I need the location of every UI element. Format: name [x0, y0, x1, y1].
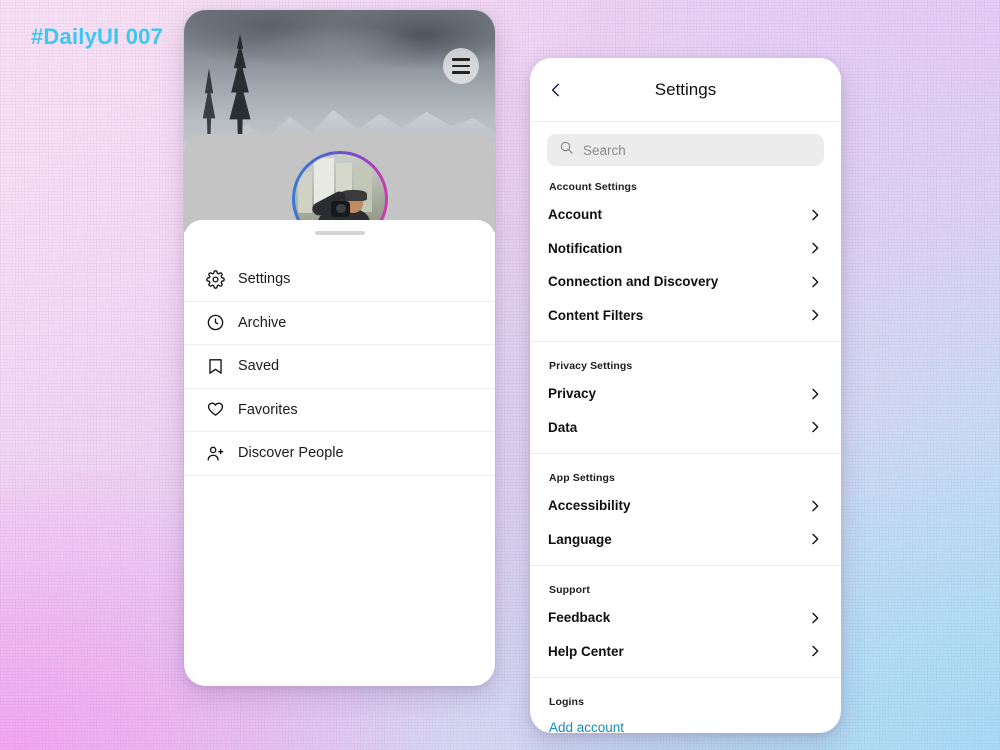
settings-row-account[interactable]: Account — [548, 198, 823, 232]
section-title: Account Settings — [549, 181, 637, 193]
chevron-right-icon — [807, 274, 823, 290]
settings-row-label: Content Filters — [548, 307, 644, 323]
settings-row-label: Privacy — [548, 386, 597, 402]
menu-item-label: Discover People — [238, 445, 344, 462]
settings-list: Account Settings Account Notification Co… — [530, 172, 841, 733]
hamburger-bar — [452, 64, 470, 68]
phone-mockup-profile-menu: Settings Archive Saved Favorites Discove… — [184, 10, 495, 686]
bottom-sheet: Settings Archive Saved Favorites Discove… — [184, 220, 495, 686]
hamburger-bar — [452, 58, 470, 61]
settings-row-label: Language — [548, 531, 612, 547]
section-privacy-settings: Privacy Settings Privacy Data — [530, 341, 841, 444]
chevron-right-icon — [807, 531, 823, 547]
settings-row-data[interactable]: Data — [548, 411, 823, 445]
settings-row-label: Data — [548, 419, 578, 435]
hamburger-menu-button[interactable] — [443, 48, 479, 84]
search-box[interactable] — [547, 134, 824, 166]
camera-icon — [330, 200, 351, 217]
menu-item-label: Favorites — [238, 401, 298, 418]
menu-item-label: Saved — [238, 358, 280, 375]
chevron-right-icon — [807, 610, 823, 626]
back-button[interactable] — [542, 76, 570, 104]
chevron-right-icon — [807, 419, 823, 435]
settings-row-feedback[interactable]: Feedback — [548, 601, 823, 635]
building-shape — [298, 172, 313, 214]
settings-row-label: Account — [548, 207, 602, 223]
drag-handle[interactable] — [314, 231, 365, 235]
settings-row-label: Help Center — [548, 643, 624, 659]
section-support: Support Feedback Help Center — [530, 565, 841, 668]
add-account-link[interactable]: Add account — [549, 720, 624, 733]
settings-row-label: Notification — [548, 240, 623, 256]
settings-row-label: Feedback — [548, 610, 611, 626]
cloud-shape — [252, 24, 424, 73]
clock-icon — [206, 313, 232, 332]
menu-item-settings[interactable]: Settings — [184, 258, 495, 302]
hamburger-bar — [452, 71, 470, 74]
menu-item-archive[interactable]: Archive — [184, 302, 495, 345]
settings-row-label: Accessibility — [548, 498, 631, 514]
section-logins: Logins Add account — [530, 677, 841, 733]
menu-item-label: Settings — [238, 271, 291, 288]
search-icon — [559, 140, 574, 160]
profile-menu-list: Settings Archive Saved Favorites Discove… — [184, 258, 495, 476]
add-account-row[interactable]: Add account — [548, 713, 823, 733]
gear-icon — [206, 269, 232, 289]
chevron-right-icon — [807, 498, 823, 514]
page-title: #DailyUI 007 — [31, 24, 164, 49]
section-account-settings: Account Settings Account Notification Co… — [530, 172, 841, 332]
section-app-settings: App Settings Accessibility Language — [530, 453, 841, 556]
settings-row-notification[interactable]: Notification — [548, 232, 823, 266]
person-add-icon — [206, 444, 232, 463]
section-title: Privacy Settings — [549, 360, 633, 372]
settings-header: Settings — [530, 58, 841, 122]
settings-row-language[interactable]: Language — [548, 523, 823, 557]
chevron-right-icon — [807, 386, 823, 402]
settings-row-help-center[interactable]: Help Center — [548, 635, 823, 669]
phone-mockup-settings: Settings Account Settings Account Notifi… — [530, 58, 841, 733]
menu-item-discover-people[interactable]: Discover People — [184, 432, 495, 476]
section-title: App Settings — [549, 472, 615, 484]
chevron-right-icon — [807, 307, 823, 323]
heart-icon — [206, 400, 232, 419]
chevron-right-icon — [807, 207, 823, 223]
section-title: Logins — [549, 696, 585, 708]
settings-title: Settings — [654, 79, 717, 99]
settings-row-label: Connection and Discovery — [548, 274, 719, 290]
settings-row-accessibility[interactable]: Accessibility — [548, 489, 823, 523]
search-input[interactable] — [583, 142, 812, 158]
settings-row-connection-and-discovery[interactable]: Connection and Discovery — [548, 265, 823, 299]
chevron-left-icon — [551, 83, 559, 96]
bookmark-icon — [206, 357, 232, 376]
search-container — [530, 122, 841, 172]
menu-item-label: Archive — [238, 314, 287, 331]
chevron-right-icon — [807, 240, 823, 256]
menu-item-saved[interactable]: Saved — [184, 345, 495, 389]
chevron-right-icon — [807, 643, 823, 659]
section-title: Support — [549, 584, 590, 596]
settings-row-privacy[interactable]: Privacy — [548, 377, 823, 411]
menu-item-favorites[interactable]: Favorites — [184, 389, 495, 432]
settings-row-content-filters[interactable]: Content Filters — [548, 299, 823, 333]
background-texture — [0, 0, 1000, 750]
